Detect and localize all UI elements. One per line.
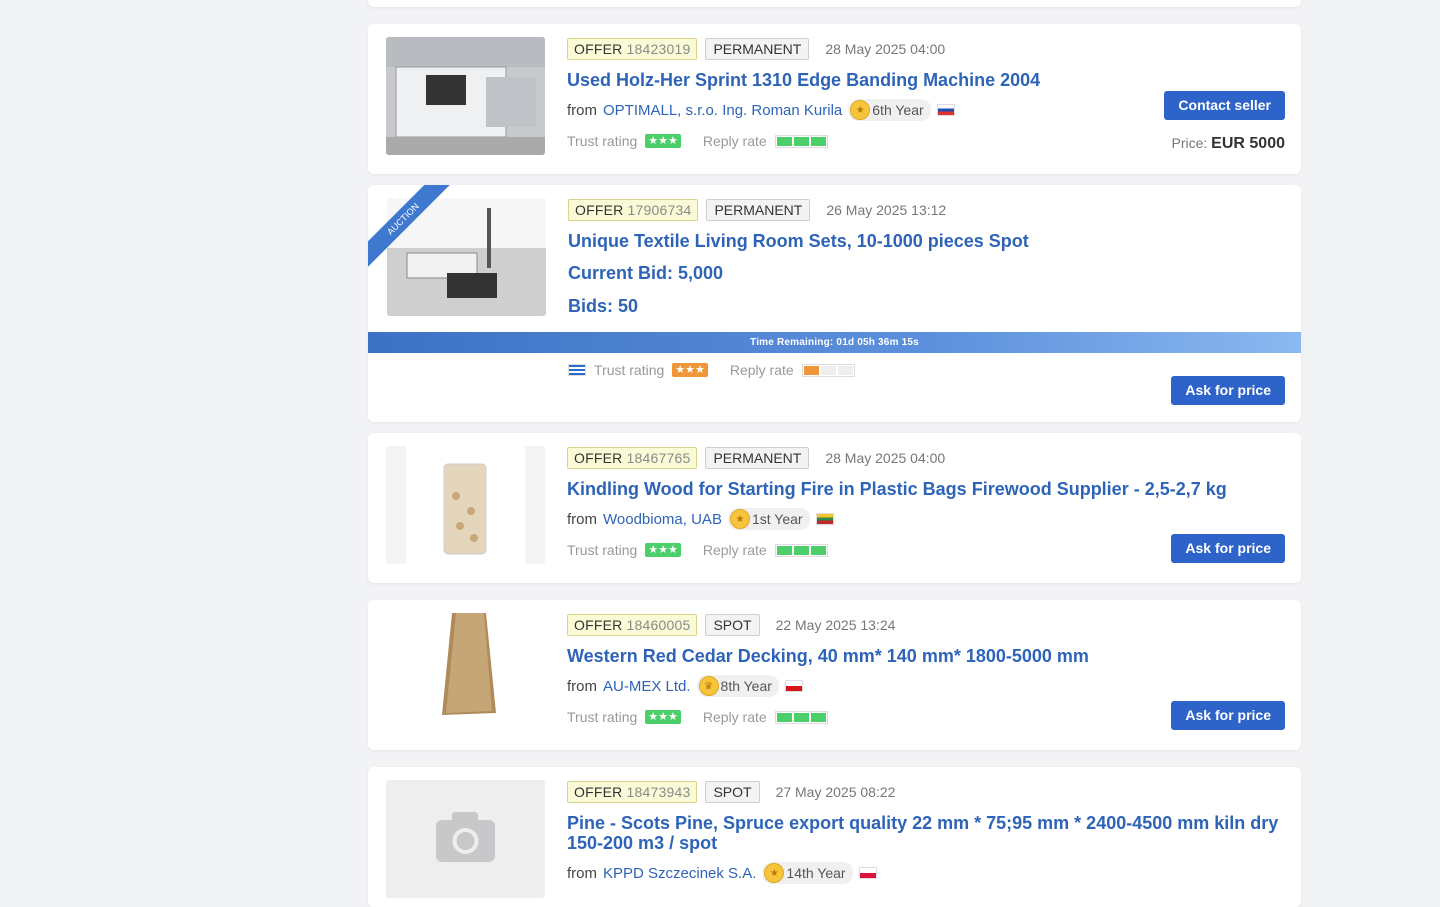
rating-row: Trust rating ★★★ Reply rate [568,361,855,379]
ask-for-price-button[interactable]: Ask for price [1171,534,1285,563]
trust-stars: ★★★ [645,134,681,148]
product-image-placeholder[interactable] [386,780,545,898]
offer-id-badge: OFFER 18460005 [567,614,698,636]
trust-stars: ★★★ [645,543,681,557]
reply-rate-bar [774,134,828,148]
listing-title[interactable]: Used Holz-Her Sprint 1310 Edge Banding M… [567,70,1285,90]
offer-id-badge: OFFER 17906734 [568,199,699,221]
lithuania-flag-icon [815,513,834,525]
membership-year-badge: ★ 6th Year [848,99,931,121]
coin-icon: ★ [764,863,785,883]
product-image[interactable] [386,613,545,731]
crown-coin-icon: ♛ [698,676,719,696]
seller-link[interactable]: Woodbioma, UAB [603,511,722,528]
membership-year-badge: ★ 14th Year [762,862,853,884]
reply-rate-bar [801,363,855,377]
ask-for-price-button[interactable]: Ask for price [1171,376,1285,405]
listing-card[interactable]: OFFER 18473943 SPOT 27 May 2025 08:22 Pi… [368,767,1301,907]
offer-type-badge: PERMANENT [705,38,810,60]
trust-stars: ★★★ [645,710,681,724]
offer-date: 28 May 2025 04:00 [825,450,946,466]
bid-count: Bids: 50 [568,296,639,316]
listing-title[interactable]: Western Red Cedar Decking, 40 mm* 140 mm… [567,646,1285,666]
price: Price: EUR 5000 [1171,135,1285,152]
offer-date: 28 May 2025 04:00 [825,41,946,57]
product-image[interactable] [386,446,545,564]
poland-flag-icon [858,867,877,879]
greece-flag-icon [568,364,586,376]
seller-line: from Woodbioma, UAB ★ 1st Year [567,508,1285,530]
seller-line: from AU-MEX Ltd. ♛ 8th Year [567,675,1285,697]
listing-card[interactable]: OFFER 18467765 PERMANENT 28 May 2025 04:… [368,433,1301,583]
listing-card-partial [368,0,1301,7]
seller-link[interactable]: OPTIMALL, s.r.o. Ing. Roman Kurila [603,102,842,119]
offer-type-badge: SPOT [705,614,760,636]
ask-for-price-button[interactable]: Ask for price [1171,701,1285,730]
listing-body: OFFER 18473943 SPOT 27 May 2025 08:22 Pi… [567,779,1285,884]
offer-type-badge: PERMANENT [705,447,810,469]
reply-rate-bar [774,710,828,724]
offer-id-badge: OFFER 18473943 [567,781,698,803]
membership-year-badge: ★ 1st Year [727,508,810,530]
current-bid: Current Bid: 5,000 [568,263,724,283]
machine-image [386,37,545,155]
coin-icon: ★ [850,100,871,120]
seller-link[interactable]: KPPD Szczecinek S.A. [603,865,756,882]
reply-rate-bar [774,543,828,557]
firewood-bag-image [386,446,545,564]
product-image[interactable] [386,37,545,155]
auction-listing-card[interactable]: AUCTION OFFER 17906734 PERMANENT 26 May … [368,185,1301,422]
time-remaining-bar: Time Remaining: 01d 05h 36m 15s [368,332,1301,353]
membership-year-badge: ♛ 8th Year [696,675,779,697]
slovakia-flag-icon [936,104,955,116]
listing-body: OFFER 17906734 PERMANENT 26 May 2025 13:… [568,197,1285,317]
trust-stars: ★★★ [672,363,708,377]
seller-line: from KPPD Szczecinek S.A. ★ 14th Year [567,862,1285,884]
offer-date: 27 May 2025 08:22 [775,784,896,800]
offer-id-badge: OFFER 18423019 [567,38,698,60]
contact-seller-button[interactable]: Contact seller [1164,91,1285,120]
camera-icon [386,780,545,898]
listing-title[interactable]: Unique Textile Living Room Sets, 10-1000… [568,231,1285,251]
listing-card[interactable]: OFFER 18460005 SPOT 22 May 2025 13:24 We… [368,600,1301,750]
seller-link[interactable]: AU-MEX Ltd. [603,678,691,695]
czech-flag-icon [784,680,803,692]
listing-title[interactable]: Pine - Scots Pine, Spruce export quality… [567,813,1285,853]
offer-type-badge: SPOT [705,781,760,803]
decking-board-image [386,613,545,731]
listing-title[interactable]: Kindling Wood for Starting Fire in Plast… [567,479,1285,499]
auction-ribbon: AUCTION [368,185,478,295]
listing-card[interactable]: OFFER 18423019 PERMANENT 28 May 2025 04:… [368,24,1301,174]
offer-date: 26 May 2025 13:12 [826,202,947,218]
coin-icon: ★ [729,509,750,529]
offer-type-badge: PERMANENT [706,199,811,221]
offer-id-badge: OFFER 18467765 [567,447,698,469]
offer-date: 22 May 2025 13:24 [775,617,896,633]
